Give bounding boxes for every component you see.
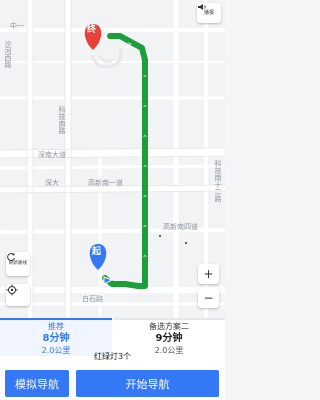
- report-button[interactable]: 播报: [197, 3, 221, 23]
- svg-text:^: ^: [143, 225, 148, 232]
- poi-label-shenda: 深大: [45, 179, 59, 187]
- traffic-lights-count: 红绿灯3个: [93, 352, 132, 361]
- zoom-out-button[interactable]: −: [198, 288, 219, 308]
- route-name: 备选方案二: [149, 322, 189, 331]
- road-label-shahe-west: 沙河西路: [4, 40, 12, 68]
- svg-text:^: ^: [143, 105, 148, 112]
- refresh-icon: [7, 253, 15, 262]
- route-time: 8分钟: [42, 333, 70, 344]
- speaker-icon: [198, 4, 206, 10]
- svg-text:^: ^: [143, 255, 148, 262]
- route-name: 推荐: [48, 322, 64, 331]
- end-marker-label: 终: [87, 25, 97, 35]
- start-marker-label: 起: [92, 247, 102, 257]
- map-canvas: ^ ^ ^ ^ ^ ^ ^ >: [0, 0, 225, 318]
- report-button-label: 播报: [203, 10, 214, 16]
- road-label-kechuangnan: 科技南路: [58, 106, 66, 134]
- road-label-gaoxin-nan-yi: 高新南一道: [88, 179, 123, 187]
- refresh-route-button[interactable]: 刷新路线: [6, 252, 30, 276]
- svg-text:^: ^: [143, 75, 148, 82]
- svg-text:^: ^: [143, 165, 148, 172]
- locate-icon: [6, 284, 18, 296]
- svg-text:^: ^: [143, 135, 148, 142]
- refresh-route-label: 刷新路线: [9, 261, 27, 267]
- route-option-alternative[interactable]: 备选方案二 9分钟 2.0公里: [113, 318, 225, 356]
- start-navigation-button[interactable]: 开始导航: [76, 370, 219, 397]
- zoom-in-button[interactable]: +: [198, 264, 219, 284]
- road-label-shennan: 深南大道: [38, 151, 66, 159]
- route-panel: 推荐 8分钟 2.0公里 备选方案二 9分钟 2.0公里 红绿灯3个 模拟导航 …: [0, 318, 225, 400]
- road-label-keji-east: 科技南十二路: [214, 160, 222, 202]
- simulate-navigation-button[interactable]: 模拟导航: [5, 370, 69, 397]
- svg-text:>: >: [127, 41, 132, 48]
- map-view[interactable]: ^ ^ ^ ^ ^ ^ ^ > 中一 科技南路 深南大道 深大 高新南一道 高新…: [0, 0, 225, 318]
- svg-text:^: ^: [143, 195, 148, 202]
- road-label-baishi: 白石路: [82, 295, 103, 303]
- locate-button[interactable]: [6, 284, 30, 306]
- route-time: 9分钟: [155, 333, 183, 344]
- road-label-zhongyi: 中一: [10, 22, 24, 30]
- road-label-gaoxin-nan-si: 高新南四道: [163, 223, 198, 231]
- route-line: [102, 33, 148, 289]
- route-option-recommended[interactable]: 推荐 8分钟 2.0公里: [0, 318, 112, 356]
